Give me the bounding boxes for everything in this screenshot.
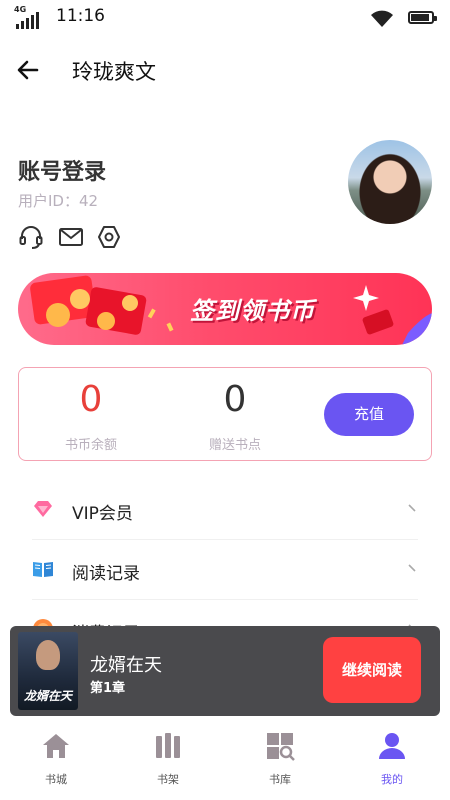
- chevron-right-icon: [408, 564, 416, 572]
- book-icon: [33, 562, 53, 577]
- mail-icon[interactable]: [58, 224, 84, 250]
- tab-mine[interactable]: 我的: [336, 730, 448, 787]
- banner-text: 签到领书币: [190, 297, 315, 325]
- settings-icon[interactable]: [96, 224, 122, 250]
- balance-block[interactable]: 0 书币余额: [21, 378, 161, 453]
- book-cover[interactable]: 龙婿在天: [18, 632, 78, 710]
- user-icon: [379, 733, 405, 759]
- network-label: 4G: [14, 5, 27, 14]
- library-icon: [267, 733, 295, 761]
- tab-label-mine: 我的: [381, 773, 403, 786]
- tab-library[interactable]: 书库: [224, 730, 336, 787]
- menu-label-vip: VIP会员: [72, 504, 133, 524]
- cover-title: 龙婿在天: [23, 689, 72, 703]
- menu-item-reading-history[interactable]: 阅读记录: [32, 540, 418, 600]
- nav-bar: 玲珑爽文: [0, 48, 450, 92]
- profile-header: 账号登录 用户ID：42: [0, 140, 450, 260]
- cover-figure: [36, 640, 60, 670]
- clock: 11:16: [56, 6, 105, 26]
- diamond-icon: [34, 501, 52, 517]
- bottom-tab-bar: 书城 书架 书库 我的: [0, 722, 450, 800]
- bonus-block[interactable]: 0 赠送书点: [165, 378, 305, 453]
- tab-label-bookshelf: 书架: [157, 773, 179, 786]
- book-title: 龙婿在天: [90, 655, 162, 676]
- back-arrow-icon[interactable]: [14, 56, 42, 84]
- battery-icon: [408, 11, 437, 24]
- menu-label-reading-history: 阅读记录: [72, 564, 140, 584]
- balance-value: 0: [79, 379, 103, 420]
- tab-bookshelf[interactable]: 书架: [112, 730, 224, 787]
- bonus-label: 赠送书点: [208, 438, 261, 453]
- recharge-button[interactable]: 充值: [324, 393, 414, 436]
- wallet-card: 0 书币余额 0 赠送书点 充值: [18, 367, 432, 461]
- checkin-banner[interactable]: 签到领书币: [18, 273, 432, 345]
- menu-item-vip[interactable]: VIP会员: [32, 480, 418, 540]
- user-id: 用户ID：42: [18, 192, 99, 210]
- tab-label-bookstore: 书城: [45, 773, 67, 786]
- page-title: 玲珑爽文: [72, 60, 156, 84]
- chapter-label: 第1章: [90, 681, 126, 696]
- bookshelf-icon: [156, 733, 180, 758]
- login-link[interactable]: 账号登录: [18, 154, 106, 186]
- signal-icon: 4G: [14, 5, 42, 30]
- home-icon: [43, 734, 69, 758]
- tab-bookstore[interactable]: 书城: [0, 730, 112, 787]
- status-bar: 4G 11:16: [0, 0, 450, 36]
- tab-label-library: 书库: [269, 773, 291, 786]
- avatar[interactable]: [348, 140, 432, 224]
- continue-reading-bar[interactable]: 龙婿在天 龙婿在天 第1章 继续阅读: [10, 626, 440, 716]
- balance-label: 书币余额: [64, 438, 117, 453]
- chevron-right-icon: [408, 504, 416, 512]
- wifi-icon: [371, 10, 393, 27]
- continue-reading-button[interactable]: 继续阅读: [323, 637, 421, 703]
- bonus-value: 0: [223, 379, 247, 420]
- headset-icon[interactable]: [18, 224, 44, 250]
